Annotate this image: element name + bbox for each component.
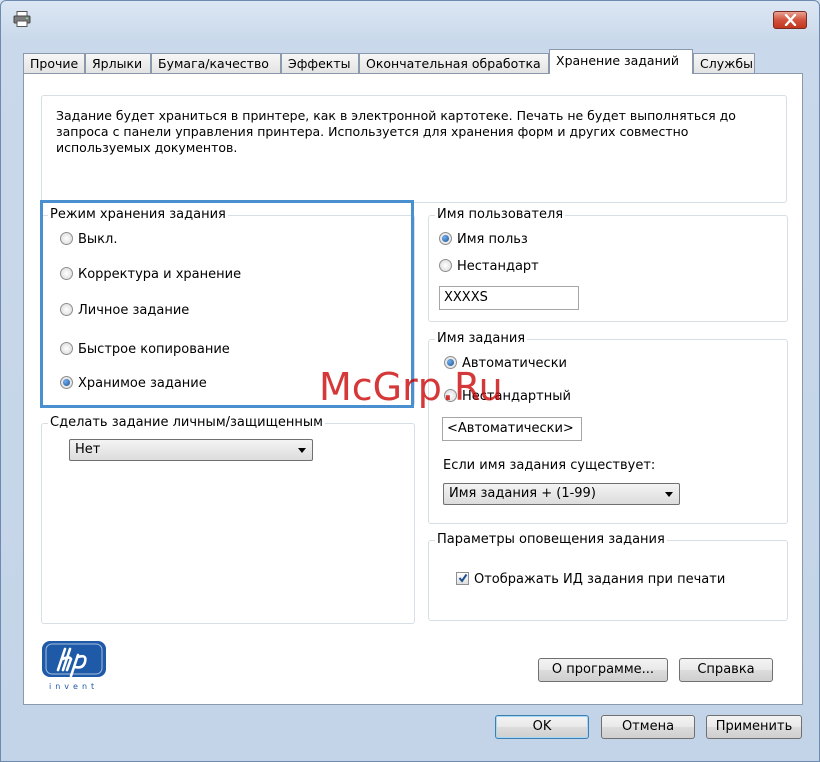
storage-off-label: Выкл. [78, 232, 118, 247]
notify-show-id-label: Отображать ИД задания при печати [474, 572, 726, 587]
tab-shortcuts[interactable]: Ярлыки [85, 53, 151, 73]
storage-quickcopy-option[interactable]: Быстрое копирование [60, 341, 230, 359]
username-user-option[interactable]: Имя польз [439, 231, 528, 249]
tab-job-storage[interactable]: Хранение заданий [549, 49, 693, 74]
checkmark-icon [458, 573, 468, 583]
jobname-exists-label: Если имя задания существует: [443, 458, 656, 473]
tab-paper-quality[interactable]: Бумага/качество [151, 53, 281, 73]
username-custom-option[interactable]: Нестандарт [439, 258, 539, 276]
storage-proof-option[interactable]: Корректура и хранение [60, 266, 241, 284]
jobname-auto-option[interactable]: Автоматически [444, 355, 567, 373]
close-button[interactable] [773, 11, 807, 29]
storage-off-option[interactable]: Выкл. [60, 231, 117, 249]
chevron-down-icon [298, 448, 306, 453]
storage-stored-label: Хранимое задание [78, 376, 207, 391]
description-line-3: используемых документов. [56, 140, 238, 155]
apply-button[interactable]: Применить [706, 715, 802, 739]
ok-button[interactable]: OK [495, 715, 589, 739]
job-storage-panel: Задание будет храниться в принтере, как … [23, 73, 803, 705]
storage-proof-radio[interactable] [60, 267, 73, 280]
title-bar [1, 1, 819, 37]
jobname-auto-label: Автоматически [462, 356, 568, 371]
chevron-down-icon [665, 492, 673, 497]
close-icon [784, 14, 797, 26]
storage-mode-title: Режим хранения задания [50, 207, 226, 222]
storage-stored-radio[interactable] [60, 376, 73, 389]
tab-effects[interactable]: Эффекты [281, 53, 359, 73]
description-box: Задание будет храниться в принтере, как … [41, 95, 787, 203]
jobname-custom-label: Нестандартный [462, 389, 571, 404]
help-button[interactable]: Справка [679, 658, 773, 682]
jobname-custom-radio[interactable] [444, 389, 457, 402]
cancel-button[interactable]: Отмена [601, 715, 695, 739]
storage-off-radio[interactable] [60, 232, 73, 245]
about-button[interactable]: О программе... [538, 658, 668, 682]
private-select[interactable]: Нет [69, 439, 313, 461]
tab-services[interactable]: Службы [693, 53, 755, 73]
private-select-value: Нет [75, 442, 101, 457]
printer-icon [13, 11, 31, 27]
jobname-title: Имя задания [437, 331, 526, 346]
jobname-exists-select[interactable]: Имя задания + (1-99) [443, 483, 680, 505]
tab-finishing[interactable]: Окончательная обработка [359, 53, 549, 73]
username-custom-label: Нестандарт [457, 259, 539, 274]
description-line-2: запроса с панели управления принтера. Ис… [56, 124, 689, 139]
tab-other[interactable]: Прочие [23, 53, 85, 73]
username-user-label: Имя польз [457, 232, 528, 247]
notify-title: Параметры оповещения задания [437, 532, 665, 547]
private-title: Сделать задание личным/защищенным [50, 415, 323, 430]
notify-show-id-checkbox[interactable] [456, 572, 469, 585]
username-user-radio[interactable] [439, 232, 452, 245]
storage-proof-label: Корректура и хранение [78, 267, 242, 282]
notify-show-id-option[interactable]: Отображать ИД задания при печати [456, 571, 725, 589]
storage-personal-radio[interactable] [60, 303, 73, 316]
storage-personal-label: Личное задание [78, 303, 190, 318]
jobname-auto-radio[interactable] [444, 356, 457, 369]
username-title: Имя пользователя [437, 207, 564, 222]
storage-personal-option[interactable]: Личное задание [60, 302, 189, 320]
description-line-1: Задание будет храниться в принтере, как … [56, 108, 736, 123]
hp-invent-text: invent [49, 682, 99, 691]
username-input[interactable]: XXXXS [439, 286, 579, 310]
print-properties-window: Прочие Ярлыки Бумага/качество Эффекты Ок… [0, 0, 820, 762]
storage-quickcopy-radio[interactable] [60, 342, 73, 355]
storage-quickcopy-label: Быстрое копирование [78, 342, 230, 357]
jobname-custom-option[interactable]: Нестандартный [444, 388, 571, 406]
username-custom-radio[interactable] [439, 259, 452, 272]
jobname-exists-value: Имя задания + (1-99) [449, 486, 596, 501]
storage-stored-option[interactable]: Хранимое задание [60, 375, 207, 393]
jobname-input[interactable]: <Автоматически> [442, 417, 582, 441]
hp-logo: invent [41, 640, 107, 700]
